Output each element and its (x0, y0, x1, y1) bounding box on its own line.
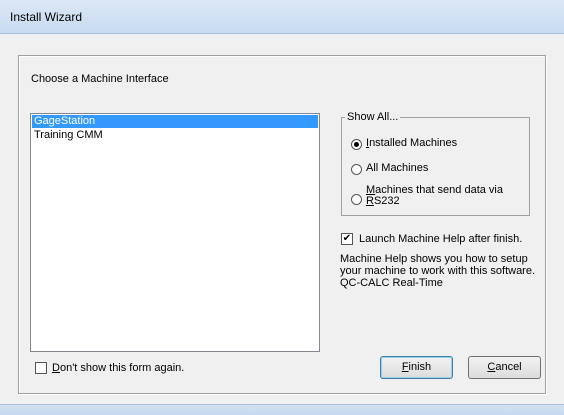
all-machines-label[interactable]: All Machines (366, 162, 428, 174)
window-title: Install Wizard (10, 10, 83, 24)
window-bottom-border (0, 404, 564, 415)
radio-selected-dot (354, 142, 359, 147)
launch-help-label[interactable]: Launch Machine Help after finish. (359, 233, 522, 245)
show-all-legend: Show All... (345, 111, 401, 123)
rs232-machines-label[interactable]: Machines that send data via RS232 (366, 185, 503, 207)
cancel-button[interactable]: Cancel (468, 356, 541, 379)
all-machines-radio[interactable] (351, 164, 362, 175)
installed-machines-radio[interactable] (351, 139, 362, 150)
machine-help-description: Machine Help shows you how to setup your… (340, 253, 536, 289)
machine-listbox[interactable]: GageStation Training CMM (30, 113, 320, 352)
launch-help-checkbox[interactable]: ✔ (341, 233, 353, 245)
installed-machines-label[interactable]: Installed Machines (366, 137, 457, 149)
list-item[interactable]: GageStation (32, 115, 318, 128)
machine-interface-prompt: Choose a Machine Interface (31, 73, 169, 85)
finish-button[interactable]: Finish (380, 356, 453, 379)
dont-show-label[interactable]: Don't show this form again. (52, 362, 184, 374)
list-item[interactable]: Training CMM (32, 129, 318, 142)
rs232-machines-radio[interactable] (351, 194, 362, 205)
title-bar[interactable]: Install Wizard (0, 0, 564, 34)
dont-show-checkbox[interactable] (35, 362, 47, 374)
